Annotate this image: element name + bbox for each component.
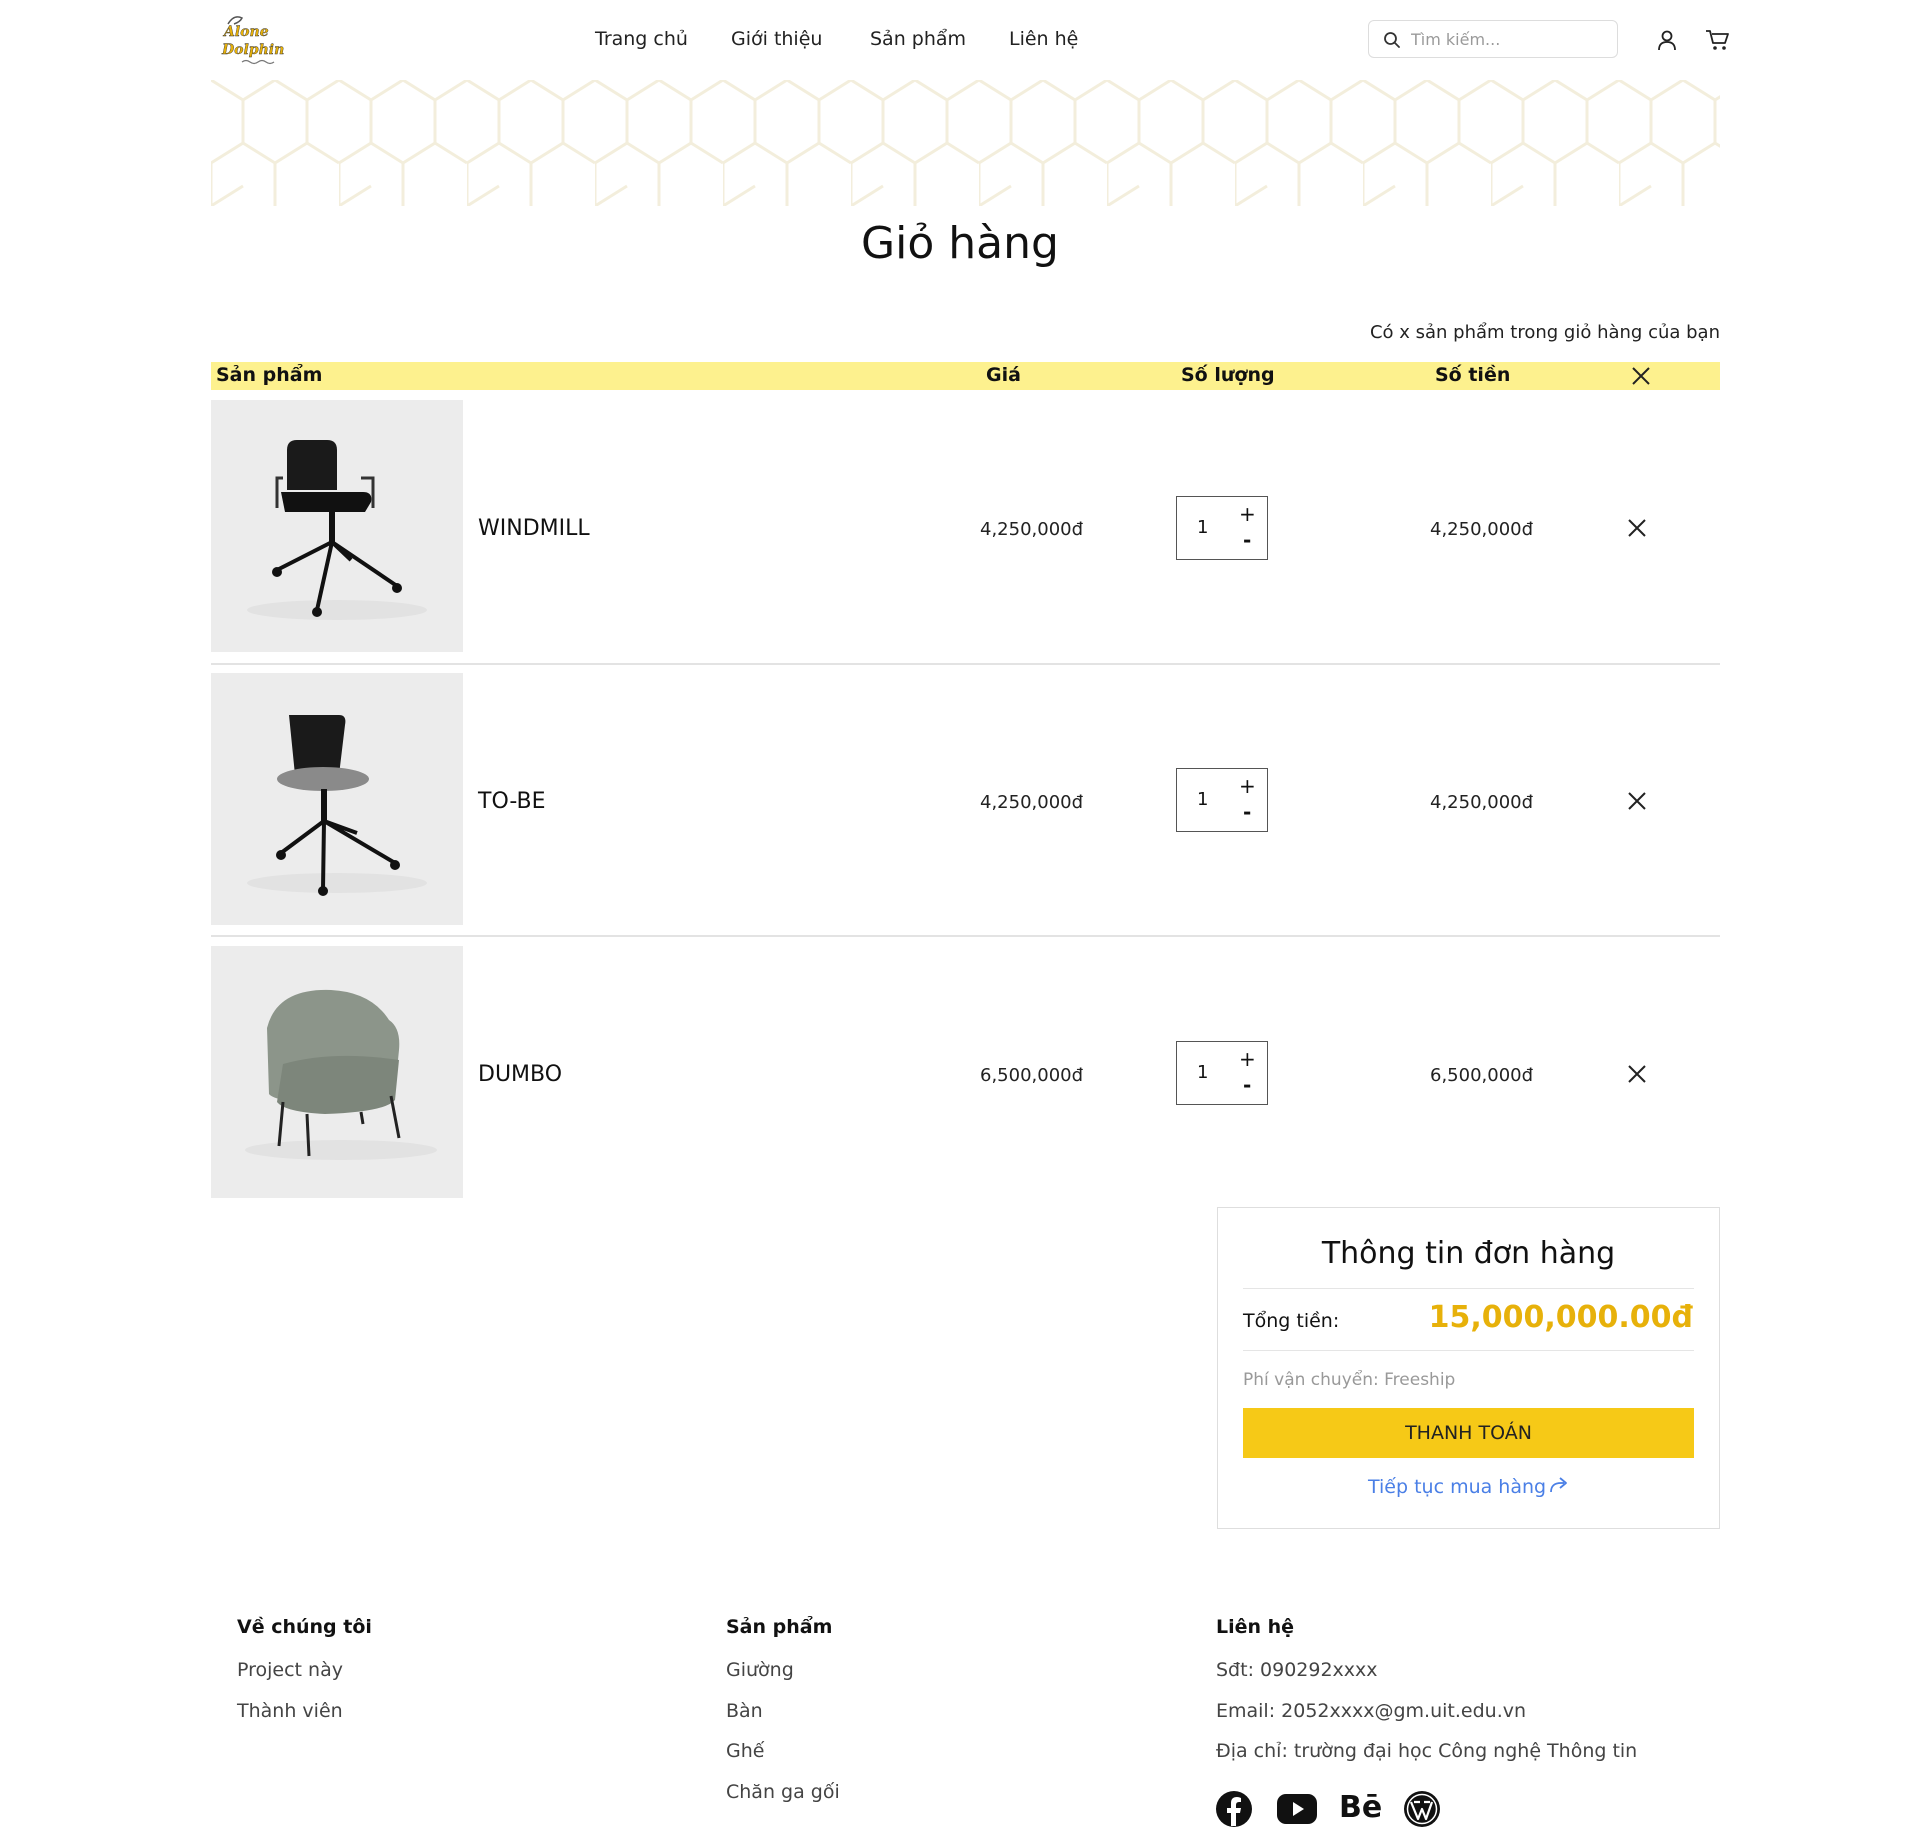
product-price: 4,250,000đ: [980, 792, 1084, 813]
product-image-windmill[interactable]: [211, 400, 463, 652]
search-icon: [1383, 31, 1401, 53]
facebook-icon[interactable]: [1215, 1790, 1253, 1828]
search-input[interactable]: [1409, 29, 1613, 50]
product-name[interactable]: WINDMILL: [478, 516, 590, 541]
row-divider: [211, 935, 1720, 937]
header-amount: Số tiền: [1435, 364, 1511, 386]
header-quantity: Số lượng: [1181, 364, 1275, 386]
product-image-dumbo[interactable]: [211, 946, 463, 1198]
quantity-decrease-button[interactable]: -: [1243, 1073, 1251, 1097]
user-icon[interactable]: [1655, 28, 1679, 52]
quantity-decrease-button[interactable]: -: [1243, 528, 1251, 552]
nav-about[interactable]: Giới thiệu: [731, 28, 822, 50]
checkout-button[interactable]: THANH TOÁN: [1243, 1408, 1694, 1458]
footer-address: Địa chỉ: trường đại học Công nghệ Thông …: [1216, 1740, 1638, 1762]
wordpress-icon[interactable]: [1403, 1790, 1441, 1828]
footer-link-project[interactable]: Project này: [237, 1659, 343, 1681]
summary-divider: [1243, 1350, 1694, 1351]
quantity-stepper[interactable]: 1 + -: [1176, 768, 1268, 832]
product-name[interactable]: TO-BE: [478, 789, 546, 814]
remove-item-close-icon[interactable]: [1625, 789, 1649, 813]
quantity-decrease-button[interactable]: -: [1243, 800, 1251, 824]
quantity-increase-button[interactable]: +: [1239, 774, 1256, 798]
footer-link-tables[interactable]: Bàn: [726, 1700, 763, 1722]
remove-item-close-icon[interactable]: [1625, 516, 1649, 540]
share-arrow-icon[interactable]: [1548, 1476, 1570, 1496]
quantity-value[interactable]: 1: [1197, 517, 1208, 538]
svg-text:Dolphin: Dolphin: [221, 42, 284, 58]
footer-email: Email: 2052xxxx@gm.uit.edu.vn: [1216, 1700, 1527, 1722]
footer-link-bedding[interactable]: Chăn ga gối: [726, 1781, 840, 1803]
total-value: 15,000,000.00đ: [1428, 1300, 1693, 1335]
footer-phone: Sđt: 090292xxxx: [1216, 1659, 1378, 1681]
total-label: Tổng tiền:: [1243, 1310, 1340, 1332]
header-price: Giá: [986, 364, 1021, 386]
behance-icon[interactable]: Bē: [1339, 1790, 1382, 1825]
quantity-value[interactable]: 1: [1197, 789, 1208, 810]
footer-about-title: Về chúng tôi: [237, 1616, 372, 1638]
nav-contact[interactable]: Liên hệ: [1009, 28, 1078, 50]
youtube-icon[interactable]: [1277, 1794, 1317, 1824]
footer-contact-title: Liên hệ: [1216, 1616, 1295, 1638]
clear-cart-close-icon[interactable]: [1630, 365, 1652, 387]
quantity-stepper[interactable]: 1 + -: [1176, 1041, 1268, 1105]
quantity-increase-button[interactable]: +: [1239, 1047, 1256, 1071]
cart-count-text: Có x sản phẩm trong giỏ hàng của bạn: [1369, 322, 1720, 343]
page-title: Giỏ hàng: [861, 218, 1059, 269]
product-total: 6,500,000đ: [1430, 1065, 1534, 1086]
header-product: Sản phẩm: [216, 364, 323, 386]
product-price: 6,500,000đ: [980, 1065, 1084, 1086]
continue-shopping-link[interactable]: Tiếp tục mua hàng: [1368, 1476, 1546, 1498]
nav-products[interactable]: Sản phẩm: [870, 28, 966, 50]
footer-products-title: Sản phẩm: [726, 1616, 833, 1638]
footer-link-beds[interactable]: Giường: [726, 1659, 794, 1681]
quantity-value[interactable]: 1: [1197, 1062, 1208, 1083]
summary-divider: [1243, 1288, 1694, 1289]
svg-text:Alone: Alone: [222, 24, 269, 40]
cart-icon[interactable]: [1705, 28, 1731, 52]
hexagon-banner: [211, 80, 1720, 206]
quantity-stepper[interactable]: 1 + -: [1176, 496, 1268, 560]
footer-link-chairs[interactable]: Ghế: [726, 1740, 764, 1762]
product-name[interactable]: DUMBO: [478, 1062, 562, 1087]
product-image-to-be[interactable]: [211, 673, 463, 925]
quantity-increase-button[interactable]: +: [1239, 502, 1256, 526]
footer-link-members[interactable]: Thành viên: [237, 1700, 343, 1722]
row-divider: [211, 663, 1720, 665]
product-total: 4,250,000đ: [1430, 519, 1534, 540]
remove-item-close-icon[interactable]: [1625, 1062, 1649, 1086]
product-total: 4,250,000đ: [1430, 792, 1534, 813]
order-summary-title: Thông tin đơn hàng: [1321, 1236, 1616, 1271]
product-price: 4,250,000đ: [980, 519, 1084, 540]
nav-home[interactable]: Trang chủ: [595, 28, 688, 50]
brand-logo[interactable]: Alone Dolphin: [218, 6, 286, 68]
shipping-fee-text: Phí vận chuyển: Freeship: [1243, 1370, 1456, 1390]
search-box[interactable]: [1368, 20, 1618, 58]
